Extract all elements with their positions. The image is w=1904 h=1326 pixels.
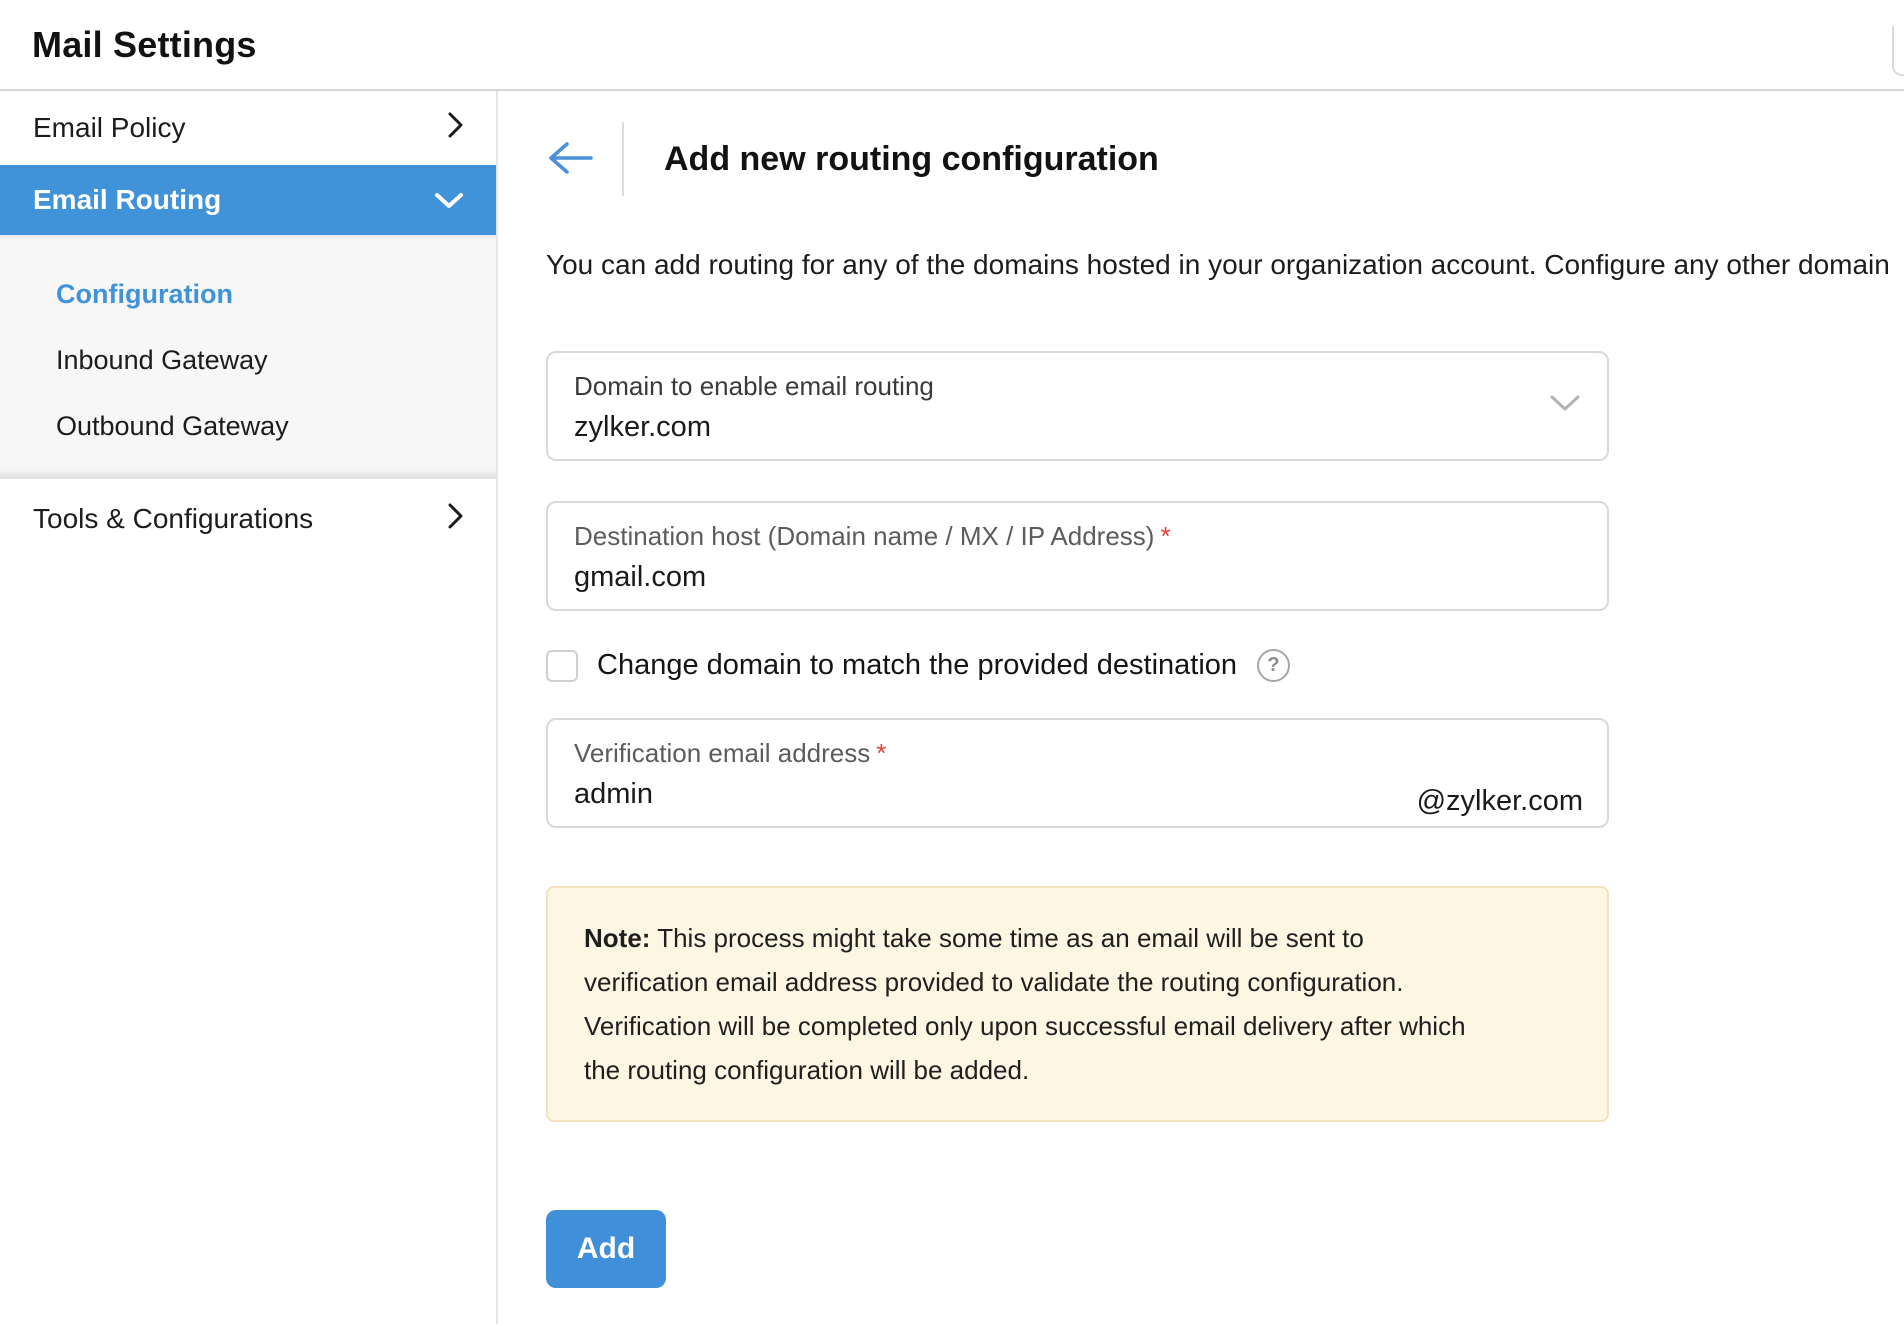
submenu-item-configuration[interactable]: Configuration [0,261,496,327]
content-area: Add new routing configuration You can ad… [498,91,1904,1324]
note-label: Note: [584,923,650,953]
sidebar-item-email-policy[interactable]: Email Policy [0,91,496,165]
field-label: Destination host (Domain name / MX / IP … [574,521,1581,551]
field-label: Verification email address* [574,738,1581,768]
note-line: verification email address provided to v… [584,960,1571,1004]
submenu-item-label: Inbound Gateway [56,345,268,376]
add-button[interactable]: Add [546,1210,666,1288]
arrow-left-icon [546,139,594,180]
app-title: Mail Settings [32,24,257,66]
destination-host-field[interactable]: Destination host (Domain name / MX / IP … [546,501,1609,611]
email-domain-suffix: @zylker.com [1417,785,1583,818]
sidebar-item-label: Tools & Configurations [33,503,313,535]
verification-email-field[interactable]: Verification email address* admin @zylke… [546,718,1609,828]
required-mark: * [876,738,886,768]
sidebar-item-email-routing[interactable]: Email Routing [0,165,496,235]
submenu-item-label: Outbound Gateway [56,411,289,442]
back-button[interactable] [546,139,596,179]
note-box: Note: This process might take some time … [546,886,1609,1122]
required-mark: * [1160,521,1170,551]
domain-select-field[interactable]: Domain to enable email routing zylker.co… [546,351,1609,461]
chevron-right-icon [447,502,464,537]
email-routing-submenu: Configuration Inbound Gateway Outbound G… [0,235,496,479]
submenu-item-label: Configuration [56,279,233,310]
page-description: You can add routing for any of the domai… [546,247,1904,283]
change-domain-checkbox[interactable] [546,650,578,682]
submenu-item-outbound-gateway[interactable]: Outbound Gateway [0,393,496,459]
submenu-item-inbound-gateway[interactable]: Inbound Gateway [0,327,496,393]
help-icon[interactable]: ? [1257,649,1290,682]
sidebar-item-label: Email Routing [33,184,221,216]
field-label-text: Verification email address [574,738,870,768]
page-title: Add new routing configuration [664,140,1159,179]
app-header: Mail Settings [0,0,1904,91]
sidebar-item-label: Email Policy [33,112,185,144]
chevron-right-icon [447,111,464,146]
field-value: gmail.com [574,561,1581,593]
note-line: the routing configuration will be added. [584,1048,1571,1092]
note-line: Verification will be completed only upon… [584,1004,1571,1048]
chevron-down-icon [434,184,464,216]
field-label: Domain to enable email routing [574,371,1581,401]
settings-sidebar: Email Policy Email Routing Configuration… [0,91,498,1324]
note-line: Note: This process might take some time … [584,916,1571,960]
cutoff-element-fragment [1892,26,1904,76]
change-domain-option-row: Change domain to match the provided dest… [546,649,1904,682]
field-value: zylker.com [574,411,1581,443]
main-layout: Email Policy Email Routing Configuration… [0,91,1904,1324]
sidebar-item-tools-configurations[interactable]: Tools & Configurations [0,479,496,559]
note-text: This process might take some time as an … [657,923,1364,953]
title-divider [622,122,624,196]
field-label-text: Destination host (Domain name / MX / IP … [574,521,1154,551]
page-title-row: Add new routing configuration [546,121,1904,197]
checkbox-label: Change domain to match the provided dest… [597,649,1237,682]
help-glyph: ? [1267,654,1279,677]
chevron-down-icon[interactable] [1549,394,1581,418]
